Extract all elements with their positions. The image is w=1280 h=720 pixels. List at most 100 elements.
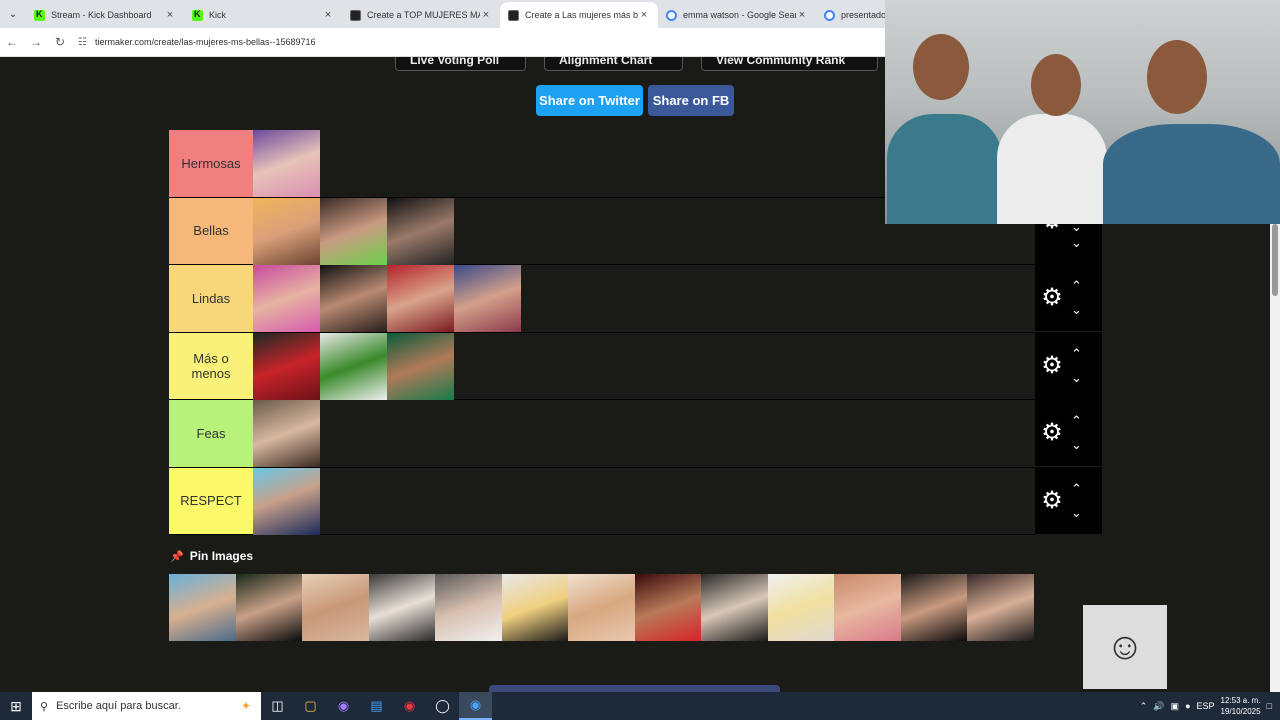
close-icon[interactable]: × — [480, 9, 492, 21]
pool-image[interactable] — [235, 574, 302, 641]
sparkle-icon: ✦ — [240, 699, 251, 713]
chevron-down-icon[interactable]: ⌄ — [1071, 433, 1082, 457]
pool-image[interactable] — [967, 574, 1034, 641]
pool-image[interactable] — [900, 574, 967, 641]
mic-icon[interactable]: ● — [1185, 701, 1190, 711]
gear-icon[interactable]: ⚙ — [1037, 418, 1067, 447]
gear-icon[interactable]: ⚙ — [1037, 351, 1067, 380]
tab-las-mujeres[interactable]: Create a Las mujeres más bella × — [500, 2, 658, 28]
pool-image[interactable] — [302, 574, 369, 641]
tier-image[interactable] — [387, 265, 454, 332]
tier-image[interactable] — [253, 130, 320, 197]
notification-icon[interactable]: □ — [1267, 701, 1272, 711]
chevron-up-icon[interactable]: ⌃ — [1071, 409, 1082, 433]
bottom-action-button[interactable] — [489, 685, 780, 692]
task-view-icon[interactable]: ◫ — [261, 692, 294, 720]
pool-image[interactable] — [435, 574, 502, 641]
live-voting-button[interactable]: Live Voting Poll — [395, 57, 526, 71]
pool-image[interactable] — [501, 574, 568, 641]
language-indicator[interactable]: ESP — [1197, 701, 1215, 711]
scrollbar[interactable] — [1270, 224, 1280, 692]
tier-label[interactable]: Bellas — [169, 197, 253, 264]
network-icon[interactable]: ▣ — [1171, 701, 1180, 712]
tier-label[interactable]: RESPECT — [169, 467, 253, 534]
tier-items[interactable] — [253, 467, 1035, 535]
system-tray: ⌃ 🔊 ▣ ● ESP 12:53 a. m. 19/10/2025 □ — [1140, 695, 1280, 717]
unranked-images — [169, 574, 1034, 641]
tab-kick-dashboard[interactable]: Stream - Kick Dashboard × — [26, 2, 184, 28]
close-icon[interactable]: × — [164, 9, 176, 21]
tier-label[interactable]: Hermosas — [169, 130, 253, 197]
pool-image[interactable] — [701, 574, 768, 641]
webcam-overlay — [885, 0, 1280, 224]
pool-image[interactable] — [568, 574, 635, 641]
chevron-up-icon[interactable]: ⌃ — [1071, 477, 1082, 501]
chevron-down-icon[interactable]: ⌄ — [1071, 298, 1082, 322]
obs-icon[interactable]: ◯ — [426, 692, 459, 720]
tier-controls: ⚙ ⌃⌄ — [1035, 332, 1102, 399]
copilot-icon[interactable]: ◉ — [327, 692, 360, 720]
kick-icon — [192, 9, 203, 21]
tier-image[interactable] — [320, 197, 387, 265]
site-info-icon[interactable]: ☷ — [78, 37, 87, 48]
chrome-icon[interactable]: ◉ — [393, 692, 426, 720]
close-icon[interactable]: × — [796, 9, 808, 21]
tier-image[interactable] — [454, 265, 521, 332]
gear-icon[interactable]: ⚙ — [1037, 486, 1067, 515]
chevron-down-icon[interactable]: ⌄ — [1071, 501, 1082, 525]
chrome-active-icon[interactable]: ◉ — [459, 692, 492, 720]
pool-image[interactable] — [834, 574, 901, 641]
scrollbar-thumb[interactable] — [1272, 224, 1278, 296]
tier-row: Lindas — [169, 265, 1035, 333]
share-twitter-button[interactable]: Share on Twitter — [536, 85, 643, 116]
alignment-chart-button[interactable]: Alignment Chart — [544, 57, 683, 71]
pool-image[interactable] — [169, 574, 236, 641]
file-explorer-icon[interactable]: ▢ — [294, 692, 327, 720]
close-icon[interactable]: × — [638, 9, 650, 21]
close-icon[interactable]: × — [322, 9, 334, 21]
pool-image[interactable] — [368, 574, 435, 641]
speaker-icon[interactable]: 🔊 — [1153, 701, 1164, 712]
taskbar: ⊞ ⚲ Escribe aquí para buscar. ✦ ◫ ▢ ◉ ▤ … — [0, 692, 1280, 720]
pin-images-header: 📌 Pin Images — [170, 549, 254, 563]
tier-image[interactable] — [320, 265, 387, 332]
chevron-down-icon[interactable]: ⌄ — [1071, 366, 1082, 390]
community-rank-button[interactable]: View Community Rank — [701, 57, 878, 71]
tab-emma-watson[interactable]: emma watson - Google Search × — [658, 2, 816, 28]
tier-image[interactable] — [253, 467, 320, 535]
tier-image[interactable] — [253, 197, 320, 265]
store-icon[interactable]: ▤ — [360, 692, 393, 720]
tier-label[interactable]: Lindas — [169, 265, 253, 332]
tier-image[interactable] — [253, 332, 320, 400]
tier-items[interactable] — [253, 265, 1035, 332]
gear-icon[interactable]: ⚙ — [1037, 283, 1067, 312]
tier-items[interactable] — [253, 400, 1035, 467]
url-field[interactable]: ☷ tiermaker.com/create/las-mujeres-ms-be… — [78, 37, 316, 48]
share-fb-button[interactable]: Share on FB — [648, 85, 734, 116]
tier-image[interactable] — [387, 197, 454, 265]
tab-search-chevron-icon[interactable]: ⌄ — [0, 0, 26, 28]
chevron-up-icon[interactable]: ⌃ — [1071, 342, 1082, 366]
chevron-up-icon[interactable]: ⌃ — [1140, 701, 1148, 712]
webcam-person-head — [1031, 54, 1081, 116]
forward-icon[interactable]: → — [24, 35, 48, 49]
tier-image[interactable] — [387, 332, 454, 400]
tab-kick[interactable]: Kick × — [184, 2, 342, 28]
tier-label[interactable]: Feas — [169, 400, 253, 467]
back-icon[interactable]: ← — [0, 35, 24, 49]
tier-row: Más o menos — [169, 332, 1035, 400]
tier-image[interactable] — [253, 400, 320, 467]
pool-image[interactable] — [767, 574, 834, 641]
pool-image[interactable] — [634, 574, 701, 641]
windows-start-icon[interactable]: ⊞ — [0, 698, 32, 715]
taskbar-search[interactable]: ⚲ Escribe aquí para buscar. ✦ — [32, 692, 261, 720]
tier-label[interactable]: Más o menos — [169, 332, 253, 399]
reload-icon[interactable]: ↻ — [48, 35, 72, 49]
clock[interactable]: 12:53 a. m. 19/10/2025 — [1221, 695, 1261, 717]
tab-top-mujeres[interactable]: Create a TOP MUJERES MAS BE × — [342, 2, 500, 28]
chevron-up-icon[interactable]: ⌃ — [1071, 274, 1082, 298]
tier-items[interactable] — [253, 332, 1035, 400]
webcam-person-head — [913, 34, 969, 100]
tier-image[interactable] — [320, 332, 387, 400]
tier-image[interactable] — [253, 265, 320, 332]
